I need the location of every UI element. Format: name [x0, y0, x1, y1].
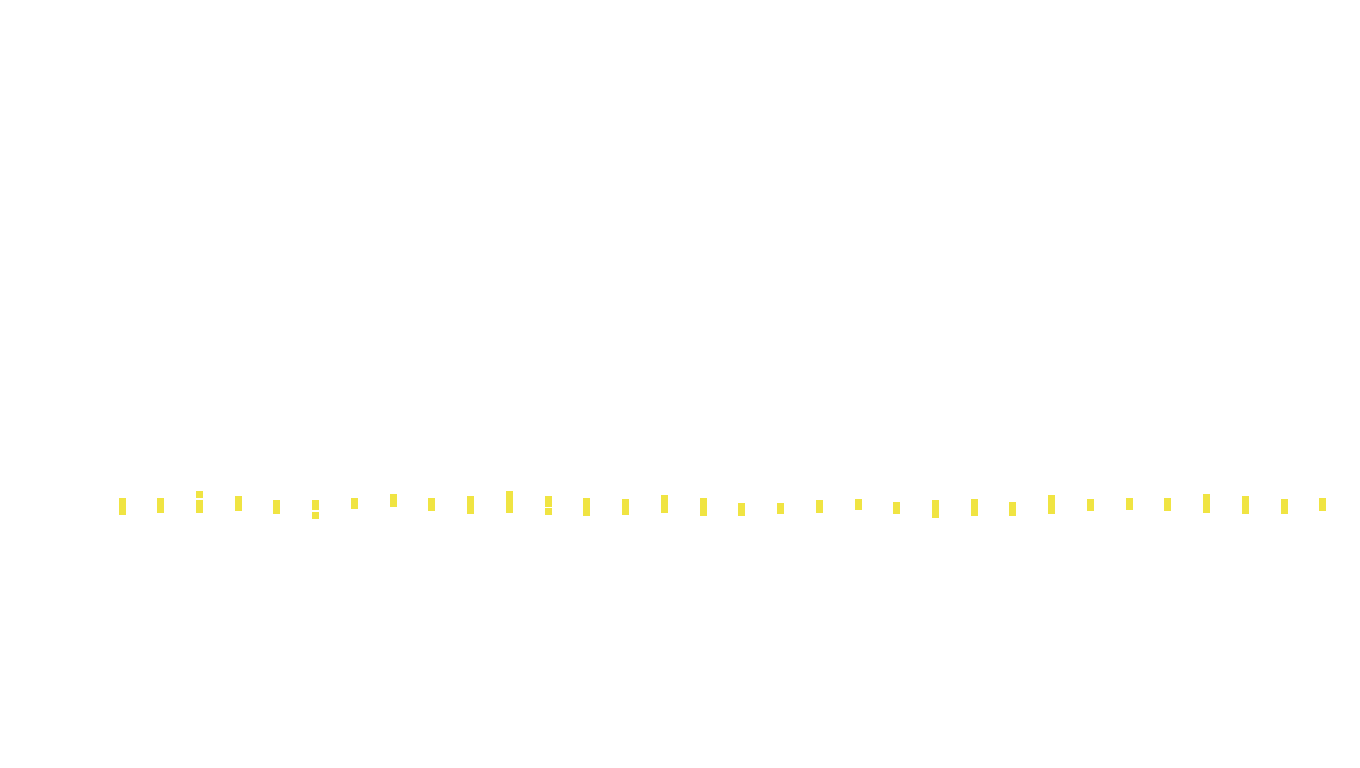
yellow-mark-25 [1048, 495, 1055, 514]
yellow-mark-21 [893, 502, 900, 514]
yellow-mark-9 [428, 498, 435, 511]
yellow-mark-10 [467, 496, 474, 514]
yellow-mark-28 [1164, 498, 1171, 511]
yellow-mark-8 [390, 494, 397, 507]
yellow-mark-6-part-2 [312, 512, 319, 519]
yellow-mark-26 [1087, 499, 1094, 511]
yellow-mark-2 [157, 498, 164, 513]
yellow-mark-12-part-2 [545, 508, 552, 515]
yellow-mark-1 [119, 498, 126, 515]
yellow-mark-29 [1203, 494, 1210, 513]
yellow-mark-13 [583, 498, 590, 516]
yellow-mark-24 [1009, 502, 1016, 516]
yellow-mark-32 [1319, 498, 1326, 511]
yellow-mark-14 [622, 499, 629, 515]
yellow-mark-4 [235, 496, 242, 511]
yellow-mark-23 [971, 499, 978, 516]
yellow-mark-12-part-1 [545, 496, 552, 507]
yellow-mark-22 [932, 500, 939, 518]
yellow-mark-19 [816, 500, 823, 513]
yellow-mark-27 [1126, 498, 1133, 510]
yellow-mark-17 [738, 503, 745, 516]
yellow-mark-18 [777, 503, 784, 514]
yellow-mark-30 [1242, 496, 1249, 514]
yellow-mark-11 [506, 491, 513, 513]
blank-canvas [0, 0, 1360, 768]
yellow-mark-31 [1281, 499, 1288, 514]
yellow-mark-15 [661, 495, 668, 513]
yellow-mark-5 [273, 500, 280, 514]
yellow-mark-7 [351, 498, 358, 509]
yellow-mark-16 [700, 498, 707, 516]
yellow-mark-3-part-1 [196, 491, 203, 498]
yellow-mark-20 [855, 499, 862, 510]
yellow-mark-6-part-1 [312, 500, 319, 510]
yellow-mark-3-part-2 [196, 500, 203, 513]
